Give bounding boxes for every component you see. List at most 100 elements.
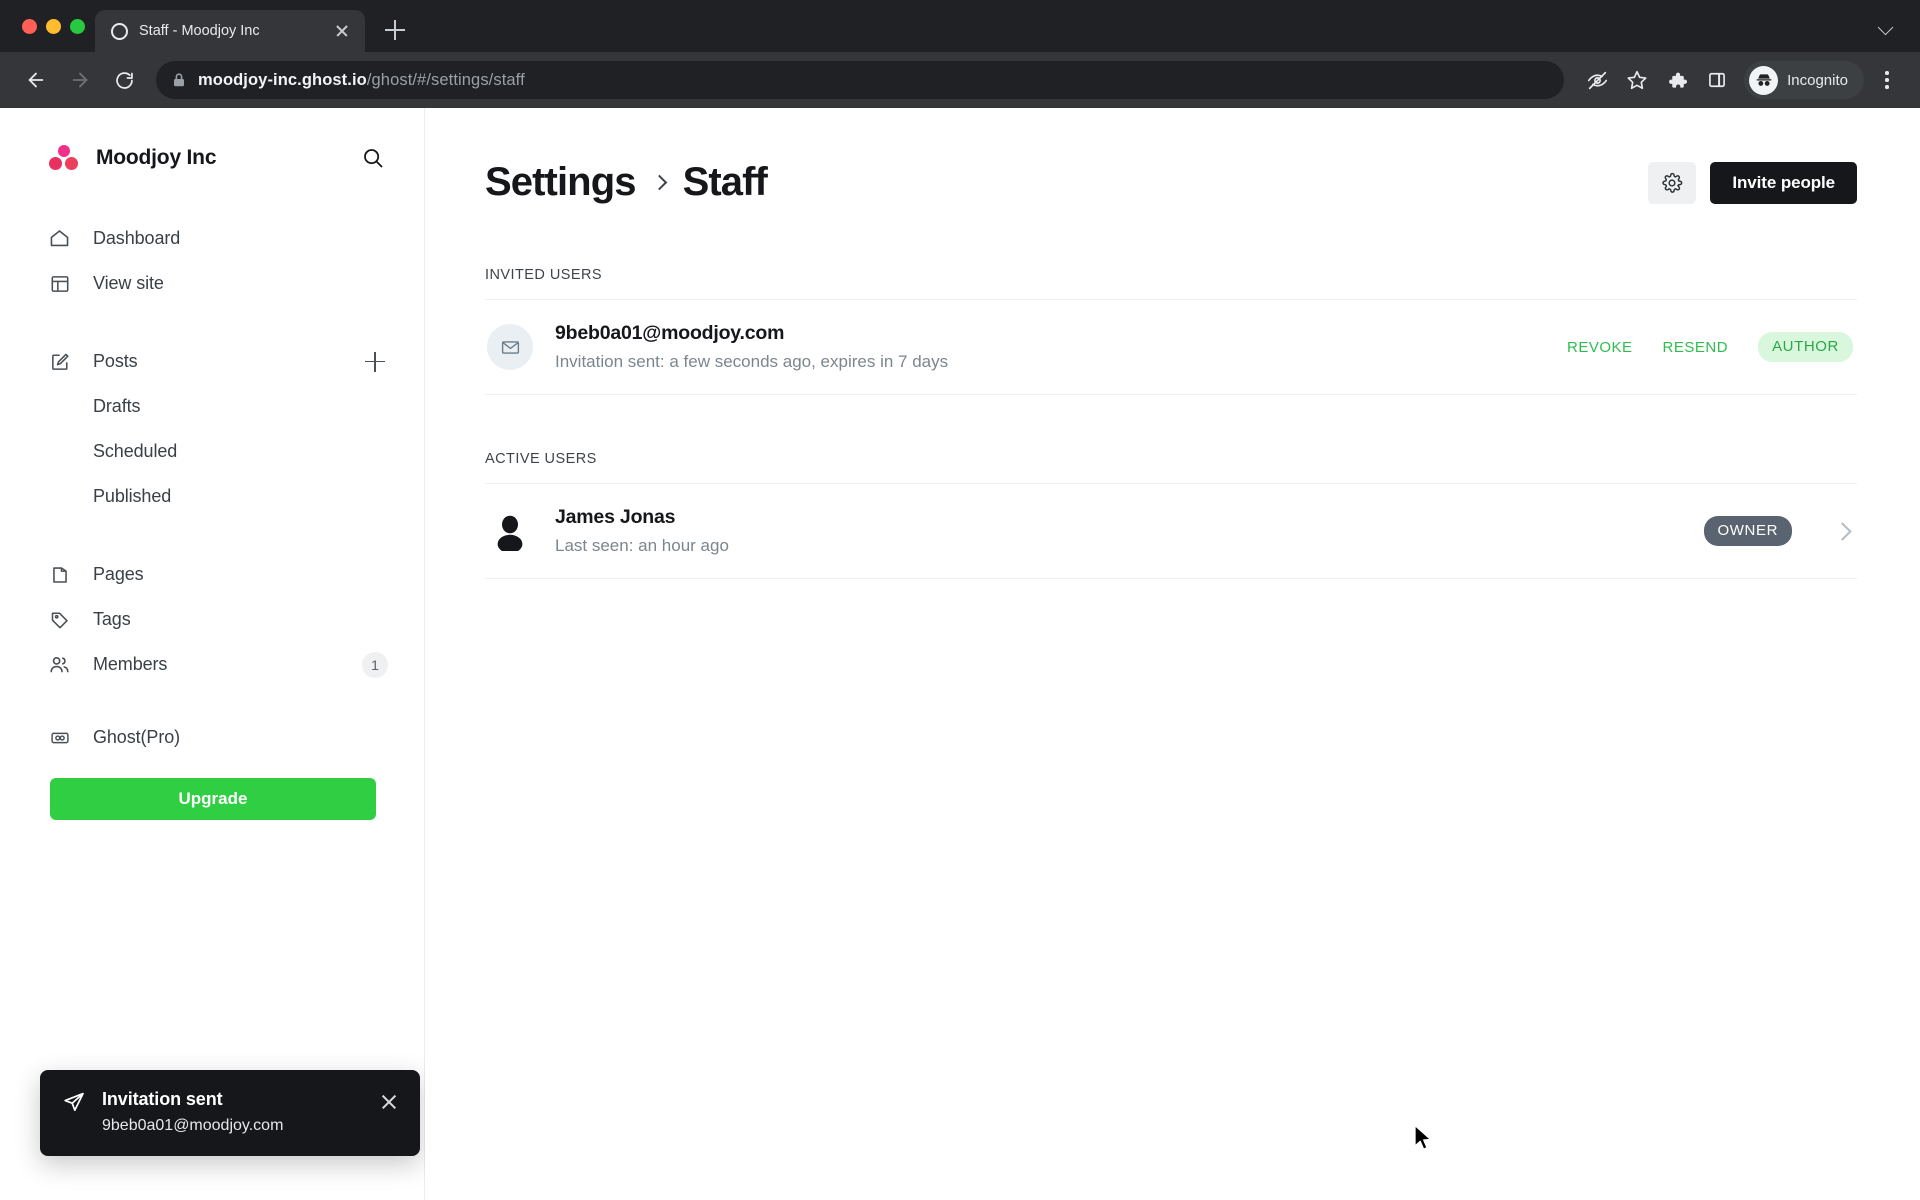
forward-icon[interactable]	[60, 60, 100, 100]
side-panel-icon[interactable]	[1698, 61, 1736, 99]
sidebar-nav: Dashboard View site Posts Drafts Schedul…	[0, 186, 424, 820]
plus-icon[interactable]	[362, 349, 388, 375]
mouse-cursor	[1414, 1124, 1432, 1150]
sidebar-item-label: Published	[93, 486, 172, 506]
sidebar-item-posts[interactable]: Posts	[0, 339, 424, 384]
window-traffic-lights	[14, 0, 95, 52]
tab-strip: Staff - Moodjoy Inc	[0, 0, 1920, 52]
chevron-right-icon[interactable]	[1833, 521, 1852, 541]
sidebar-item-label: Posts	[93, 351, 138, 371]
page-header: Settings Staff Invite people	[485, 108, 1857, 205]
incognito-avatar-icon	[1749, 65, 1779, 95]
gear-icon	[1662, 172, 1683, 193]
sidebar-item-published[interactable]: Published	[0, 474, 424, 519]
chevron-down-icon	[1877, 19, 1894, 36]
page-title: Staff	[682, 160, 768, 204]
home-icon	[48, 227, 71, 250]
members-icon	[48, 653, 71, 676]
profile-incognito-button[interactable]: Incognito	[1744, 61, 1864, 99]
revoke-button[interactable]: REVOKE	[1567, 339, 1633, 356]
browser-toolbar: moodjoy-inc.ghost.io/ghost/#/settings/st…	[0, 52, 1920, 108]
breadcrumb-parent[interactable]: Settings	[485, 160, 636, 205]
url-path: /ghost/#/settings/staff	[366, 70, 525, 89]
moodjoy-dots-logo	[48, 142, 80, 174]
toast-notification: Invitation sent 9beb0a01@moodjoy.com	[40, 1070, 420, 1156]
sidebar-item-label: Tags	[93, 609, 131, 629]
upgrade-button[interactable]: Upgrade	[50, 778, 376, 820]
tag-icon	[48, 608, 71, 631]
close-icon[interactable]	[378, 1091, 400, 1113]
new-tab-button[interactable]	[375, 10, 415, 50]
profile-label: Incognito	[1787, 71, 1848, 89]
kebab-menu-icon[interactable]	[1870, 61, 1904, 99]
sidebar-item-view-site[interactable]: View site	[0, 261, 424, 306]
ghost-pro-icon	[48, 726, 71, 749]
sidebar-item-label: Members	[93, 654, 168, 674]
settings-gear-button[interactable]	[1648, 161, 1697, 204]
table-row[interactable]: James Jonas Last seen: an hour ago OWNER	[485, 483, 1857, 579]
edit-square-icon	[48, 350, 71, 373]
sidebar-item-label: Ghost(Pro)	[93, 727, 181, 747]
sidebar-item-label: View site	[93, 273, 164, 293]
page-viewport: Moodjoy Inc Dashboard View site Posts Dr…	[0, 108, 1920, 1200]
sidebar-item-label: Pages	[93, 564, 144, 584]
breadcrumb: Settings Staff	[485, 160, 1648, 205]
tab-title: Staff - Moodjoy Inc	[139, 23, 260, 39]
sidebar-item-label: Drafts	[93, 396, 141, 416]
members-count-badge: 1	[362, 651, 388, 678]
active-user-status: Last seen: an hour ago	[555, 536, 729, 555]
close-icon[interactable]	[331, 20, 353, 42]
lock-icon	[172, 72, 186, 88]
maximize-window-button[interactable]	[70, 18, 85, 34]
sidebar-item-pages[interactable]: Pages	[0, 552, 424, 597]
role-badge: OWNER	[1703, 516, 1792, 546]
person-avatar-icon	[487, 508, 533, 554]
reload-icon[interactable]	[104, 60, 144, 100]
toast-subtitle: 9beb0a01@moodjoy.com	[102, 1117, 284, 1134]
sidebar-item-scheduled[interactable]: Scheduled	[0, 429, 424, 474]
active-user-name: James Jonas	[555, 506, 676, 528]
sidebar-item-ghost-pro[interactable]: Ghost(Pro)	[0, 715, 424, 760]
sidebar-item-dashboard[interactable]: Dashboard	[0, 216, 424, 261]
header-actions: Invite people	[1648, 161, 1857, 204]
extensions-puzzle-icon[interactable]	[1658, 61, 1696, 99]
main-content: Settings Staff Invite people INVITED USE…	[425, 108, 1920, 1200]
url-host: moodjoy-inc.ghost.io	[198, 70, 367, 89]
browser-tab[interactable]: Staff - Moodjoy Inc	[95, 10, 365, 52]
upgrade-container: Upgrade	[0, 760, 424, 820]
invite-people-button[interactable]: Invite people	[1710, 161, 1857, 204]
invited-user-status: Invitation sent: a few seconds ago, expi…	[555, 352, 949, 371]
role-badge: AUTHOR	[1758, 332, 1853, 362]
resend-button[interactable]: RESEND	[1663, 339, 1729, 356]
app-sidebar: Moodjoy Inc Dashboard View site Posts Dr…	[0, 108, 425, 1200]
address-bar[interactable]: moodjoy-inc.ghost.io/ghost/#/settings/st…	[156, 61, 1565, 99]
layout-icon	[48, 272, 71, 295]
site-title[interactable]: Moodjoy Inc	[96, 146, 342, 170]
search-icon[interactable]	[358, 143, 388, 173]
minimize-window-button[interactable]	[46, 18, 61, 34]
star-icon[interactable]	[1618, 61, 1656, 99]
pages-icon	[48, 563, 71, 586]
ghost-ring-icon	[111, 22, 128, 40]
toast-title: Invitation sent	[102, 1089, 223, 1109]
toolbar-icons: Incognito	[1578, 61, 1904, 99]
chevron-right-icon	[651, 174, 667, 191]
active-users-section-title: ACTIVE USERS	[485, 451, 597, 467]
close-window-button[interactable]	[22, 18, 37, 34]
sidebar-item-tags[interactable]: Tags	[0, 597, 424, 642]
back-icon[interactable]	[16, 60, 56, 100]
send-paper-plane-icon	[62, 1090, 86, 1114]
brand-row: Moodjoy Inc	[0, 130, 424, 186]
tab-search-button[interactable]	[1872, 12, 1902, 42]
eye-slash-icon[interactable]	[1578, 61, 1616, 99]
browser-window: Staff - Moodjoy Inc moodjoy-inc.ghost.io…	[0, 0, 1920, 1200]
sidebar-item-drafts[interactable]: Drafts	[0, 384, 424, 429]
url-text: moodjoy-inc.ghost.io/ghost/#/settings/st…	[198, 71, 525, 90]
table-row[interactable]: 9beb0a01@moodjoy.com Invitation sent: a …	[485, 299, 1857, 395]
sidebar-item-members[interactable]: Members 1	[0, 642, 424, 687]
sidebar-item-label: Scheduled	[93, 441, 178, 461]
invited-users-section-title: INVITED USERS	[485, 267, 603, 283]
